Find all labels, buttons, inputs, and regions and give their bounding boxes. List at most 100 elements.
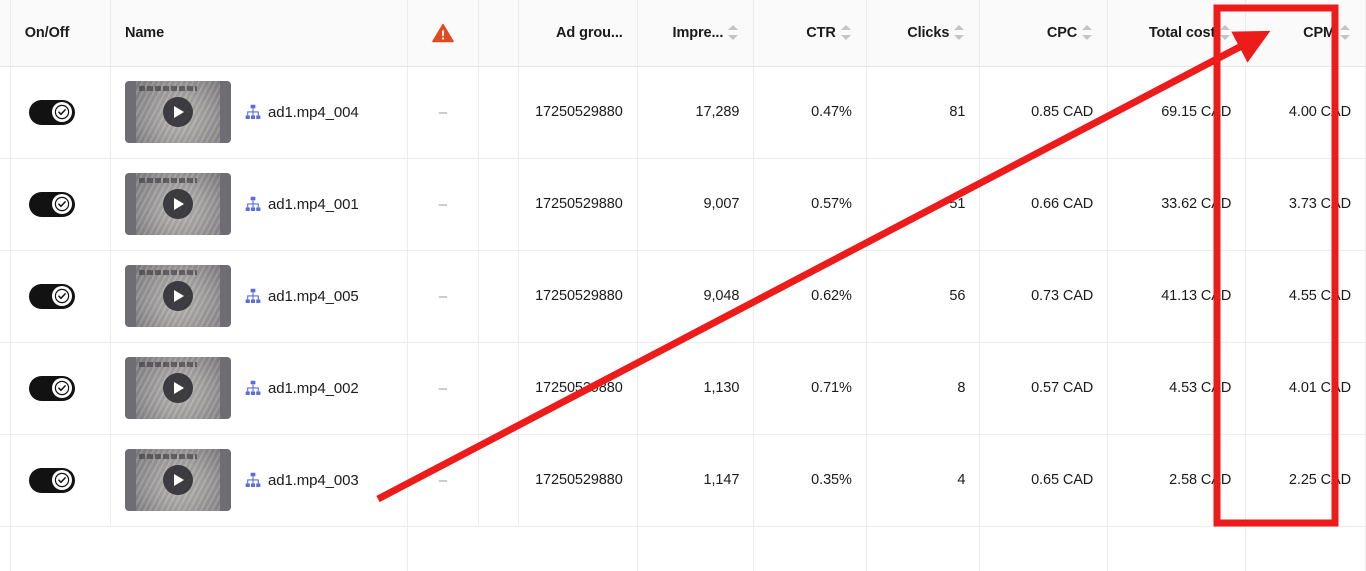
cell-impressions: 1,147 <box>637 434 755 527</box>
cell-spacer <box>478 158 520 251</box>
play-icon[interactable] <box>162 97 193 127</box>
column-header-cpm[interactable]: CPM <box>1245 0 1366 67</box>
column-header-impressions[interactable]: Impre... <box>637 0 755 67</box>
cell-onoff[interactable] <box>10 66 111 159</box>
cell-cpc-partial <box>979 526 1109 571</box>
video-thumbnail[interactable] <box>124 173 231 235</box>
thumbnail-caption-text <box>138 362 197 367</box>
sitemap-icon <box>245 472 261 488</box>
play-icon[interactable] <box>162 189 193 219</box>
cell-ctr: 0.57% <box>753 158 867 251</box>
ad-name-cell: ad1.mp4_003 <box>124 449 393 511</box>
toggle-knob <box>52 102 73 122</box>
cell-impressions: 17,289 <box>637 66 755 159</box>
cell-value-impressions: 1,147 <box>703 472 740 488</box>
onoff-toggle[interactable] <box>28 375 75 401</box>
cell-onoff[interactable] <box>10 342 111 435</box>
cell-spacer <box>478 434 520 527</box>
ad-name-link[interactable]: ad1.mp4_003 <box>245 472 359 489</box>
column-header-label: Ad grou... <box>556 24 623 41</box>
ad-name-label: ad1.mp4_001 <box>267 195 359 213</box>
row-gutter-cell <box>0 66 11 159</box>
toggle-knob <box>52 286 73 306</box>
cell-value-total_cost: 69.15 CAD <box>1161 104 1232 120</box>
table-row[interactable]: ad1.mp4_003 – 17250529880 1,147 0.35% 4 0.65 C… <box>0 434 1366 527</box>
cell-value-cpm: 3.73 CAD <box>1288 196 1351 212</box>
onoff-toggle[interactable] <box>28 191 75 217</box>
cell-name[interactable]: ad1.mp4_003 <box>110 434 408 527</box>
cell-name[interactable]: ad1.mp4_005 <box>110 250 408 343</box>
cell-value-impressions: 9,007 <box>703 196 740 212</box>
table-row[interactable]: ad1.mp4_004 – 17250529880 17,289 0.47% 81 0.85… <box>0 66 1366 159</box>
cell-warning-partial <box>407 526 479 571</box>
play-icon[interactable] <box>162 465 193 495</box>
check-icon <box>55 472 70 488</box>
cell-name[interactable]: ad1.mp4_004 <box>110 66 408 159</box>
cell-ctr: 0.71% <box>753 342 867 435</box>
column-header-total_cost[interactable]: Total cost <box>1107 0 1247 67</box>
thumbnail-caption-text <box>138 454 197 459</box>
play-icon[interactable] <box>162 373 193 403</box>
toggle-knob <box>52 194 73 214</box>
cell-total_cost-partial <box>1107 526 1247 571</box>
cell-cpm: 4.00 CAD <box>1245 66 1366 159</box>
row-gutter-cell <box>0 342 11 435</box>
cell-value-cpm: 2.25 CAD <box>1288 472 1351 488</box>
onoff-toggle[interactable] <box>28 467 75 493</box>
toggle-knob <box>52 470 73 490</box>
cell-value-ad_group: 17250529880 <box>535 380 623 396</box>
column-header-cpc[interactable]: CPC <box>979 0 1109 67</box>
video-thumbnail[interactable] <box>124 81 231 143</box>
cell-total_cost: 4.53 CAD <box>1107 342 1247 435</box>
onoff-toggle[interactable] <box>28 283 75 309</box>
cell-warning: – <box>407 342 480 435</box>
ad-name-label: ad1.mp4_004 <box>267 103 359 121</box>
video-thumbnail[interactable] <box>124 265 231 327</box>
cell-value-impressions: 9,048 <box>703 288 740 304</box>
cell-onoff[interactable] <box>10 158 111 251</box>
table-row[interactable]: ad1.mp4_005 – 17250529880 9,048 0.62% 56 0.73 … <box>0 250 1366 343</box>
cell-ad_group-partial <box>518 526 638 571</box>
ad-name-link[interactable]: ad1.mp4_002 <box>245 380 359 397</box>
ad-name-link[interactable]: ad1.mp4_001 <box>245 196 359 213</box>
ad-name-link[interactable]: ad1.mp4_005 <box>245 288 359 305</box>
column-header-label: On/Off <box>24 24 70 41</box>
cell-name[interactable]: ad1.mp4_002 <box>110 342 408 435</box>
onoff-toggle[interactable] <box>28 99 75 125</box>
cell-value-cpc: 0.57 CAD <box>1031 380 1094 396</box>
table-header: On/Off Name Ad grou... Impre... CTR Clicks CPC… <box>0 0 1366 67</box>
table-row[interactable]: ad1.mp4_001 – 17250529880 9,007 0.57% 51 0.66 … <box>0 158 1366 251</box>
sort-arrows-icon[interactable] <box>1082 25 1093 41</box>
play-icon[interactable] <box>162 281 193 311</box>
row-gutter-cell <box>0 158 11 251</box>
sort-arrows-icon[interactable] <box>1340 25 1351 41</box>
cell-clicks: 56 <box>866 250 981 343</box>
cell-value-cpc: 0.85 CAD <box>1031 104 1094 120</box>
ad-name-link[interactable]: ad1.mp4_004 <box>245 104 359 121</box>
cell-total_cost: 69.15 CAD <box>1107 66 1247 159</box>
cell-impressions: 1,130 <box>637 342 755 435</box>
sort-arrows-icon[interactable] <box>728 25 739 41</box>
column-header-ctr[interactable]: CTR <box>753 0 867 67</box>
table-row[interactable]: ad1.mp4_002 – 17250529880 1,130 0.71% 8 0.57 C… <box>0 342 1366 435</box>
video-thumbnail[interactable] <box>124 357 231 419</box>
table-row-partial[interactable] <box>0 526 1366 571</box>
check-icon <box>55 196 70 212</box>
cell-spacer <box>478 250 520 343</box>
sort-arrows-icon[interactable] <box>1220 25 1231 41</box>
sort-arrows-icon[interactable] <box>954 25 965 41</box>
warning-triangle-icon <box>432 23 454 43</box>
cell-name[interactable]: ad1.mp4_001 <box>110 158 408 251</box>
cell-onoff[interactable] <box>10 250 111 343</box>
video-thumbnail[interactable] <box>124 449 231 511</box>
sort-arrows-icon[interactable] <box>840 25 852 41</box>
column-header-spacer <box>478 0 520 67</box>
column-header-clicks[interactable]: Clicks <box>866 0 981 67</box>
cell-clicks: 51 <box>866 158 981 251</box>
ad-name-label: ad1.mp4_005 <box>267 287 359 305</box>
cell-onoff[interactable] <box>10 434 111 527</box>
cell-value-total_cost: 4.53 CAD <box>1169 380 1232 396</box>
cell-name-partial <box>110 526 408 571</box>
cell-ctr: 0.62% <box>753 250 867 343</box>
column-header-name: Name <box>110 0 408 67</box>
